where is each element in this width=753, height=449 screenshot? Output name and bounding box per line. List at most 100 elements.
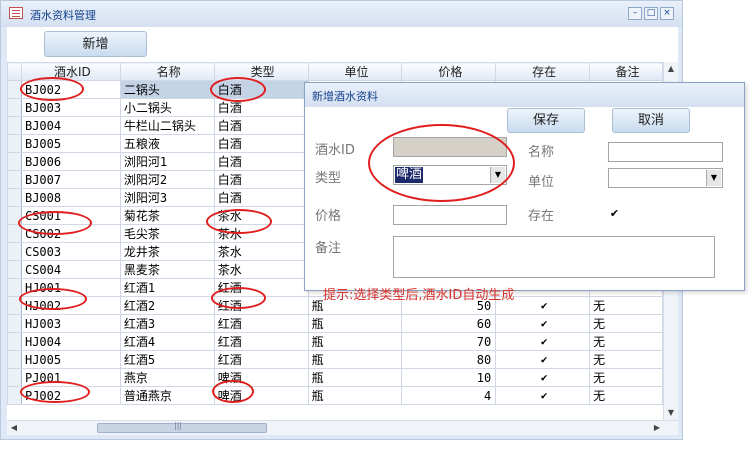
table-cell[interactable]: BJ006 xyxy=(20,152,121,171)
table-cell[interactable]: 红酒5 xyxy=(119,350,215,369)
row-selector[interactable] xyxy=(7,188,22,207)
column-header[interactable]: 存在 xyxy=(495,62,591,81)
table-cell[interactable]: 白酒 xyxy=(213,188,309,207)
table-cell[interactable]: 10 xyxy=(401,368,497,387)
table-row[interactable]: PJ002 普通燕京 啤酒瓶 4 ✔ 无 xyxy=(7,386,663,405)
table-cell[interactable]: 浏阳河3 xyxy=(119,188,215,207)
save-button[interactable]: 保存 xyxy=(507,108,585,133)
scroll-left-icon[interactable]: ◀ xyxy=(7,421,21,435)
table-cell[interactable]: 龙井茶 xyxy=(119,242,215,261)
table-cell[interactable]: 茶水 xyxy=(213,242,309,261)
table-cell[interactable]: 红酒 xyxy=(213,314,309,333)
table-cell[interactable]: ✔ xyxy=(495,332,591,351)
table-cell[interactable]: 80 xyxy=(401,350,497,369)
name-field[interactable] xyxy=(608,142,723,162)
table-cell[interactable]: 牛栏山二锅头 xyxy=(119,116,215,135)
table-cell[interactable]: 无 xyxy=(589,386,663,405)
scroll-up-icon[interactable]: ▲ xyxy=(664,62,678,76)
table-cell[interactable]: BJ005 xyxy=(20,134,121,153)
table-cell[interactable]: 红酒 xyxy=(213,332,309,351)
table-cell[interactable]: 浏阳河1 xyxy=(119,152,215,171)
table-row[interactable]: HJ003 红酒3 红酒瓶 60 ✔ 无 xyxy=(7,314,663,333)
note-field[interactable] xyxy=(393,236,715,278)
column-header[interactable]: 备注 xyxy=(589,62,663,81)
column-header[interactable]: 价格 xyxy=(401,62,497,81)
table-cell[interactable]: 普通燕京 xyxy=(119,386,215,405)
table-cell[interactable]: 茶水 xyxy=(213,260,309,279)
exists-checkbox[interactable]: ✔ xyxy=(608,207,621,220)
chevron-down-icon[interactable]: ▼ xyxy=(706,170,721,186)
column-header[interactable]: 单位 xyxy=(307,62,403,81)
row-selector[interactable] xyxy=(7,314,22,333)
row-selector[interactable] xyxy=(7,278,22,297)
row-selector[interactable] xyxy=(7,350,22,369)
table-cell[interactable]: 无 xyxy=(589,314,663,333)
title-bar[interactable]: 酒水资料管理 – □ × xyxy=(1,1,682,27)
horizontal-scroll-thumb[interactable]: ||| xyxy=(97,421,267,433)
table-cell[interactable]: CS003 xyxy=(20,242,121,261)
table-cell[interactable]: 白酒 xyxy=(213,152,309,171)
table-cell[interactable]: 瓶 xyxy=(307,386,403,405)
table-cell[interactable]: 红酒2 xyxy=(119,296,215,315)
scroll-right-icon[interactable]: ▶ xyxy=(650,421,664,435)
table-cell[interactable]: 70 xyxy=(401,332,497,351)
table-cell[interactable]: 瓶 xyxy=(307,332,403,351)
row-selector[interactable] xyxy=(7,332,22,351)
table-cell[interactable]: 燕京 xyxy=(119,368,215,387)
row-selector[interactable] xyxy=(7,152,22,171)
row-selector[interactable] xyxy=(7,368,22,387)
unit-select[interactable]: ▼ xyxy=(608,168,723,188)
table-cell[interactable]: 白酒 xyxy=(213,170,309,189)
table-cell[interactable]: ✔ xyxy=(495,314,591,333)
table-cell[interactable]: BJ004 xyxy=(20,116,121,135)
row-selector[interactable] xyxy=(7,260,22,279)
table-cell[interactable]: ✔ xyxy=(495,368,591,387)
table-cell[interactable]: BJ003 xyxy=(20,98,121,117)
table-cell[interactable]: 红酒 xyxy=(213,350,309,369)
table-cell[interactable]: 瓶 xyxy=(307,314,403,333)
table-cell[interactable]: 红酒4 xyxy=(119,332,215,351)
table-cell[interactable]: 小二锅头 xyxy=(119,98,215,117)
table-row[interactable]: HJ004 红酒4 红酒瓶 70 ✔ 无 xyxy=(7,332,663,351)
minimize-button[interactable]: – xyxy=(628,7,642,20)
table-row[interactable]: HJ005 红酒5 红酒瓶 80 ✔ 无 xyxy=(7,350,663,369)
table-cell[interactable]: 红酒3 xyxy=(119,314,215,333)
row-selector[interactable] xyxy=(7,134,22,153)
table-cell[interactable]: 瓶 xyxy=(307,350,403,369)
table-cell[interactable]: HJ003 xyxy=(20,314,121,333)
table-cell[interactable]: 无 xyxy=(589,296,663,315)
table-cell[interactable]: 白酒 xyxy=(213,116,309,135)
horizontal-scrollbar[interactable]: ◀ ||| ▶ xyxy=(7,420,678,435)
table-cell[interactable]: 60 xyxy=(401,314,497,333)
table-cell[interactable]: 无 xyxy=(589,350,663,369)
table-cell[interactable]: 红酒1 xyxy=(119,278,215,297)
table-cell[interactable]: 五粮液 xyxy=(119,134,215,153)
scroll-down-icon[interactable]: ▼ xyxy=(664,406,678,420)
price-field[interactable] xyxy=(393,205,507,225)
row-selector[interactable] xyxy=(7,98,22,117)
row-selector[interactable] xyxy=(7,170,22,189)
row-selector[interactable] xyxy=(7,116,22,135)
table-cell[interactable]: 浏阳河2 xyxy=(119,170,215,189)
add-button[interactable]: 新增 xyxy=(44,31,147,57)
cancel-button[interactable]: 取消 xyxy=(612,108,690,133)
select-all-corner[interactable] xyxy=(7,62,22,81)
table-cell[interactable]: 4 xyxy=(401,386,497,405)
table-cell[interactable]: 白酒 xyxy=(213,134,309,153)
table-cell[interactable]: ✔ xyxy=(495,386,591,405)
row-selector[interactable] xyxy=(7,242,22,261)
column-header[interactable]: 名称 xyxy=(119,62,215,81)
row-selector[interactable] xyxy=(7,386,22,405)
table-cell[interactable]: 黑麦茶 xyxy=(119,260,215,279)
table-row[interactable]: PJ001 燕京 啤酒瓶 10 ✔ 无 xyxy=(7,368,663,387)
table-cell[interactable]: ✔ xyxy=(495,350,591,369)
table-cell[interactable]: HJ005 xyxy=(20,350,121,369)
table-cell[interactable]: HJ004 xyxy=(20,332,121,351)
close-button[interactable]: × xyxy=(660,7,674,20)
table-cell[interactable]: CS004 xyxy=(20,260,121,279)
table-cell[interactable]: 瓶 xyxy=(307,368,403,387)
table-cell[interactable]: 无 xyxy=(589,332,663,351)
table-cell[interactable]: 二锅头 xyxy=(119,80,215,99)
table-cell[interactable]: 毛尖茶 xyxy=(119,224,215,243)
table-cell[interactable]: BJ007 xyxy=(20,170,121,189)
